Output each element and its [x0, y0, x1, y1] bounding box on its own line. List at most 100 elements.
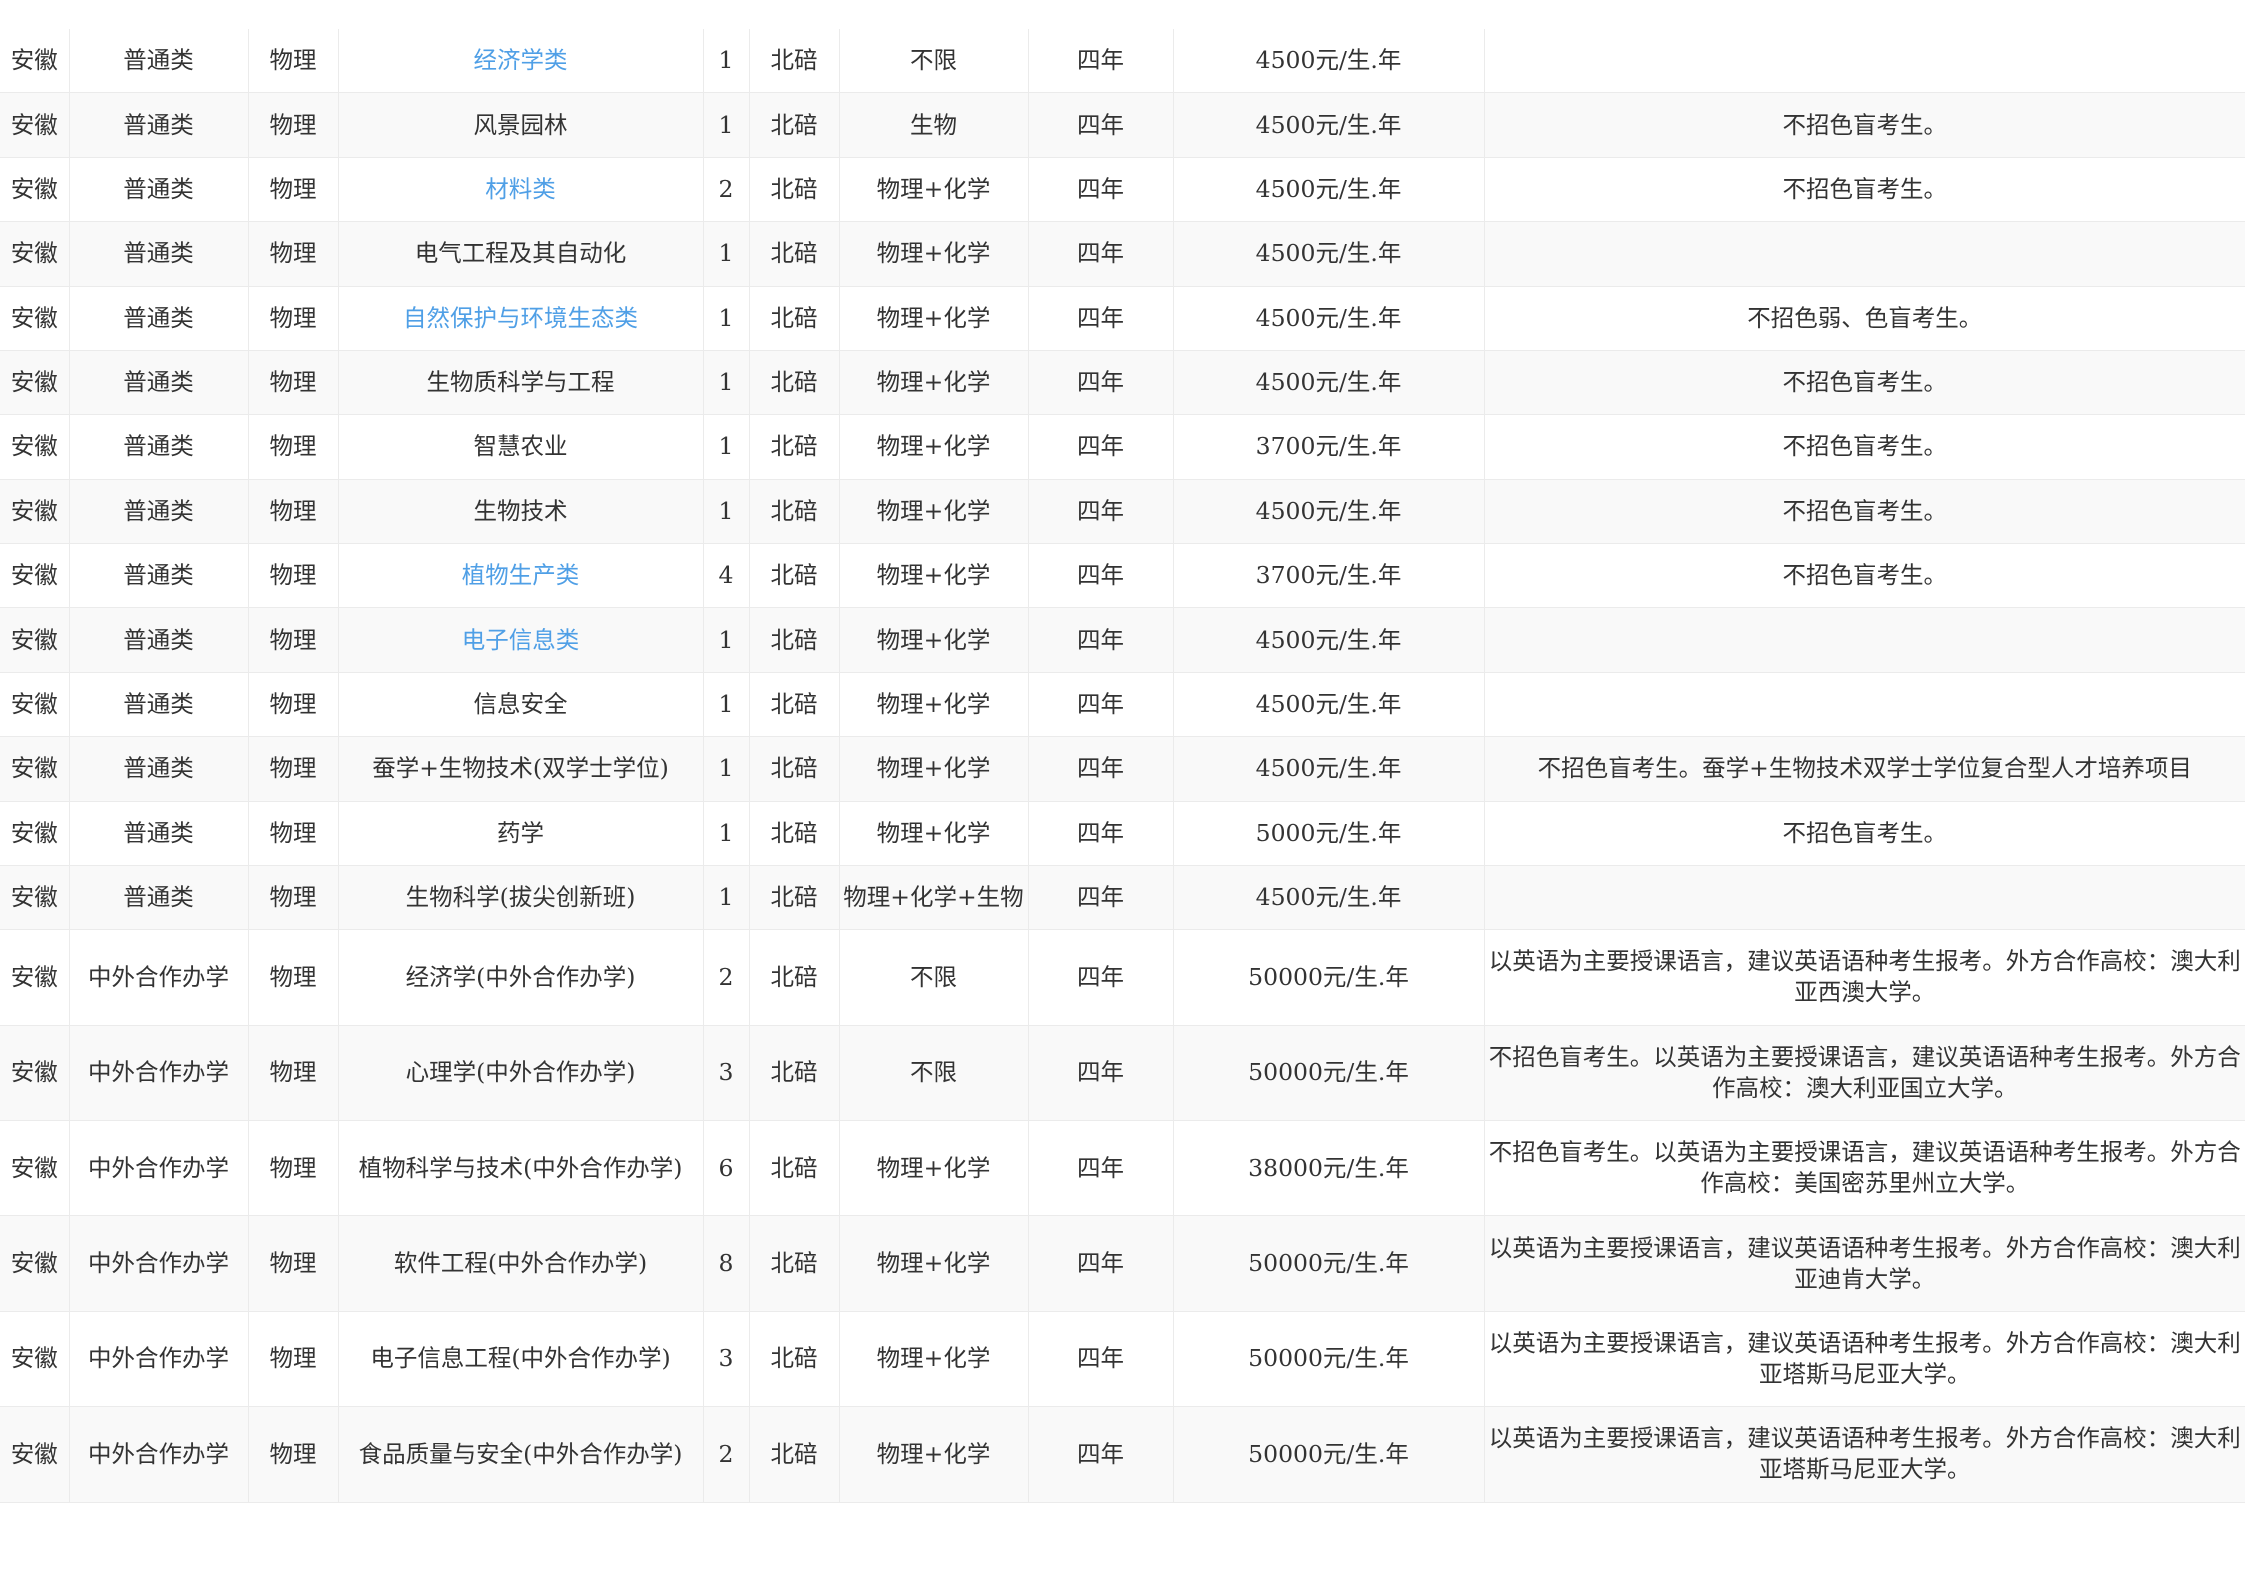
- cell-subject: 物理: [248, 29, 339, 94]
- cell-count: 1: [703, 221, 750, 287]
- cell-requirement: 物理+化学: [839, 543, 1029, 609]
- cell-campus: 北碚: [749, 157, 840, 223]
- cell-campus: 北碚: [749, 479, 840, 545]
- cell-major: 电子信息类: [338, 607, 704, 673]
- cell-province: 安徽: [0, 607, 70, 673]
- major-link[interactable]: 电子信息类: [462, 626, 580, 654]
- cell-requirement: 物理+化学: [839, 414, 1029, 480]
- cell-duration: 四年: [1028, 865, 1174, 931]
- cell-notes: [1484, 607, 2245, 673]
- cell-count: 4: [703, 543, 750, 609]
- cell-subject: 物理: [248, 1406, 339, 1503]
- cell-fee: 4500元/生.年: [1173, 479, 1485, 545]
- cell-campus: 北碚: [749, 672, 840, 738]
- cell-duration: 四年: [1028, 1311, 1174, 1408]
- cell-notes: 不招色盲考生。: [1484, 350, 2245, 416]
- cell-duration: 四年: [1028, 1120, 1174, 1217]
- cell-duration: 四年: [1028, 221, 1174, 287]
- cell-subject: 物理: [248, 157, 339, 223]
- cell-major: 生物质科学与工程: [338, 350, 704, 416]
- table-row: 安徽 中外合作办学 物理 食品质量与安全(中外合作办学) 2 北碚 物理+化学 四年 50000…: [0, 1406, 2245, 1503]
- cell-count: 1: [703, 479, 750, 545]
- cell-notes: 不招色盲考生。: [1484, 157, 2245, 223]
- cell-major: 材料类: [338, 157, 704, 223]
- cell-subject: 物理: [248, 1120, 339, 1217]
- cell-campus: 北碚: [749, 286, 840, 351]
- cell-subject: 物理: [248, 865, 339, 931]
- cell-requirement: 物理+化学: [839, 479, 1029, 545]
- table-row: 安徽 普通类 物理 材料类 2 北碚 物理+化学 四年 4500元/生.年 不招色盲考生。: [0, 157, 2245, 223]
- cell-fee: 4500元/生.年: [1173, 865, 1485, 931]
- cell-campus: 北碚: [749, 1311, 840, 1408]
- cell-type: 普通类: [69, 672, 249, 738]
- table-row: 安徽 普通类 物理 生物技术 1 北碚 物理+化学 四年 4500元/生.年 不招色盲考生。: [0, 479, 2245, 545]
- cell-subject: 物理: [248, 1215, 339, 1312]
- cell-requirement: 不限: [839, 929, 1029, 1026]
- cell-province: 安徽: [0, 157, 70, 223]
- cell-count: 1: [703, 286, 750, 351]
- cell-notes: [1484, 672, 2245, 738]
- cell-subject: 物理: [248, 92, 339, 158]
- cell-requirement: 物理+化学: [839, 1311, 1029, 1408]
- cell-notes: 以英语为主要授课语言，建议英语语种考生报考。外方合作高校：澳大利亚迪肯大学。: [1484, 1215, 2245, 1312]
- cell-notes: 不招色盲考生。: [1484, 543, 2245, 609]
- cell-fee: 50000元/生.年: [1173, 1025, 1485, 1122]
- table-body: 安徽 普通类 物理 经济学类 1 北碚 不限 四年 4500元/生.年 安徽 普通类 物理 风景园林 1 北…: [0, 29, 2245, 1503]
- cell-campus: 北碚: [749, 865, 840, 931]
- table-row: 安徽 普通类 物理 药学 1 北碚 物理+化学 四年 5000元/生.年 不招色盲考生。: [0, 801, 2245, 866]
- cell-requirement: 物理+化学: [839, 221, 1029, 287]
- major-link[interactable]: 经济学类: [474, 46, 568, 74]
- major-link[interactable]: 植物生产类: [462, 561, 580, 589]
- cell-requirement: 物理+化学: [839, 672, 1029, 738]
- cell-duration: 四年: [1028, 801, 1174, 866]
- cell-duration: 四年: [1028, 1025, 1174, 1122]
- cell-duration: 四年: [1028, 350, 1174, 416]
- table-row: 安徽 中外合作办学 物理 经济学(中外合作办学) 2 北碚 不限 四年 50000元/生.年 以英…: [0, 929, 2245, 1026]
- cell-campus: 北碚: [749, 29, 840, 94]
- cell-province: 安徽: [0, 286, 70, 351]
- cell-type: 普通类: [69, 29, 249, 94]
- cell-type: 普通类: [69, 543, 249, 609]
- cell-requirement: 物理+化学: [839, 350, 1029, 416]
- cell-notes: 不招色盲考生。: [1484, 92, 2245, 158]
- cell-subject: 物理: [248, 286, 339, 351]
- cell-requirement: 不限: [839, 1025, 1029, 1122]
- cell-fee: 4500元/生.年: [1173, 286, 1485, 351]
- cell-subject: 物理: [248, 929, 339, 1026]
- cell-province: 安徽: [0, 801, 70, 866]
- cell-notes: 不招色盲考生。蚕学+生物技术双学士学位复合型人才培养项目: [1484, 736, 2245, 802]
- cell-notes: 不招色弱、色盲考生。: [1484, 286, 2245, 351]
- cell-province: 安徽: [0, 1406, 70, 1503]
- cell-type: 普通类: [69, 157, 249, 223]
- cell-notes: [1484, 29, 2245, 94]
- cell-type: 中外合作办学: [69, 1215, 249, 1312]
- cell-subject: 物理: [248, 1311, 339, 1408]
- cell-major: 药学: [338, 801, 704, 866]
- cell-subject: 物理: [248, 221, 339, 287]
- cell-count: 3: [703, 1025, 750, 1122]
- table-row: 安徽 中外合作办学 物理 软件工程(中外合作办学) 8 北碚 物理+化学 四年 50000元/生…: [0, 1215, 2245, 1312]
- cell-type: 普通类: [69, 479, 249, 545]
- cell-subject: 物理: [248, 801, 339, 866]
- cell-fee: 4500元/生.年: [1173, 221, 1485, 287]
- table-row: 安徽 普通类 物理 生物质科学与工程 1 北碚 物理+化学 四年 4500元/生.年 不招色盲考生…: [0, 350, 2245, 416]
- cell-campus: 北碚: [749, 350, 840, 416]
- cell-requirement: 物理+化学: [839, 1120, 1029, 1217]
- cell-duration: 四年: [1028, 929, 1174, 1026]
- cell-campus: 北碚: [749, 736, 840, 802]
- cell-fee: 4500元/生.年: [1173, 672, 1485, 738]
- cell-fee: 4500元/生.年: [1173, 29, 1485, 94]
- cell-type: 普通类: [69, 221, 249, 287]
- cell-requirement: 物理+化学: [839, 736, 1029, 802]
- cell-type: 普通类: [69, 92, 249, 158]
- cell-major: 经济学(中外合作办学): [338, 929, 704, 1026]
- cell-campus: 北碚: [749, 1025, 840, 1122]
- cell-type: 中外合作办学: [69, 1311, 249, 1408]
- cell-duration: 四年: [1028, 157, 1174, 223]
- cell-notes: 不招色盲考生。以英语为主要授课语言，建议英语语种考生报考。外方合作高校：美国密苏…: [1484, 1120, 2245, 1217]
- cell-fee: 3700元/生.年: [1173, 414, 1485, 480]
- cell-notes: 以英语为主要授课语言，建议英语语种考生报考。外方合作高校：澳大利亚塔斯马尼亚大学…: [1484, 1406, 2245, 1503]
- major-link[interactable]: 材料类: [485, 175, 556, 203]
- major-link[interactable]: 自然保护与环境生态类: [403, 304, 638, 332]
- cell-province: 安徽: [0, 221, 70, 287]
